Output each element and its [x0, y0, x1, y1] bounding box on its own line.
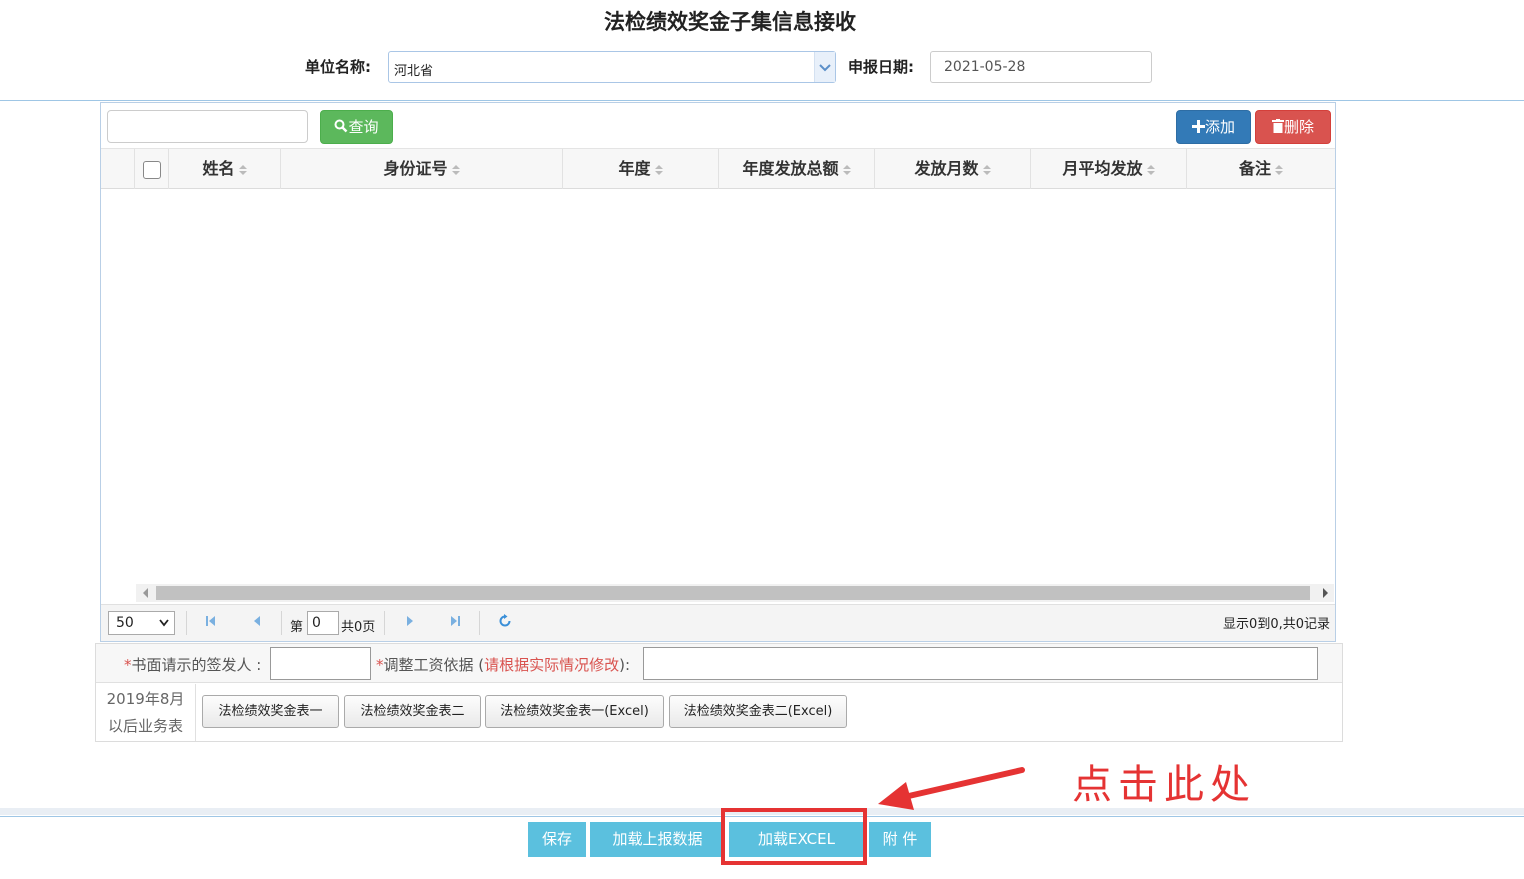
first-page-icon[interactable] [204, 614, 218, 628]
sort-icon [1275, 164, 1283, 175]
page-title: 法检绩效奖金子集信息接收 [604, 10, 856, 34]
signer-input[interactable] [270, 647, 371, 680]
unit-select-arrow[interactable] [814, 52, 835, 82]
page-number-input[interactable]: 0 [307, 611, 339, 635]
sort-icon [451, 164, 460, 175]
signer-label: *书面请示的签发人 : [124, 656, 262, 674]
scrollbar-thumb[interactable] [156, 586, 1310, 600]
date-label: 申报日期: [848, 58, 914, 76]
pager-separator [479, 611, 480, 635]
sort-icon [1146, 164, 1155, 175]
scroll-left-icon[interactable] [141, 587, 151, 599]
column-header-name[interactable]: 姓名 [168, 149, 280, 189]
next-page-icon[interactable] [403, 614, 417, 628]
table-one-excel-button[interactable]: 法检绩效奖金表一(Excel) [485, 695, 664, 728]
previous-page-icon[interactable] [250, 614, 264, 628]
header-divider [0, 100, 1524, 101]
table-one-button[interactable]: 法检绩效奖金表一 [202, 695, 339, 728]
page-size-select[interactable]: 50 [108, 611, 175, 635]
page-prefix: 第 [290, 620, 304, 635]
query-button[interactable]: 查询 [320, 110, 393, 144]
page-size-value: 50 [116, 615, 134, 631]
sort-icon [842, 164, 851, 175]
search-icon [334, 119, 348, 133]
basis-hint: 请根据实际情况修改 [484, 656, 620, 674]
delete-button[interactable]: 删除 [1255, 110, 1331, 144]
column-header-annual-total[interactable]: 年度发放总额 [718, 149, 874, 189]
add-button[interactable]: 添加 [1176, 110, 1251, 144]
pager-separator [281, 611, 282, 635]
column-header-remarks[interactable]: 备注 [1186, 149, 1335, 189]
add-button-label: 添加 [1204, 118, 1235, 136]
sort-icon [238, 164, 247, 175]
column-header-months[interactable]: 发放月数 [874, 149, 1030, 189]
search-input[interactable] [107, 110, 308, 143]
unit-select-value: 河北省 [394, 64, 434, 79]
trash-icon [1271, 119, 1284, 133]
query-button-label: 查询 [348, 118, 379, 136]
delete-button-label: 删除 [1283, 118, 1314, 136]
column-header-id-number[interactable]: 身份证号 [280, 149, 562, 189]
refresh-icon[interactable] [497, 613, 513, 629]
last-page-icon[interactable] [448, 614, 462, 628]
load-report-data-button[interactable]: 加载上报数据 [590, 822, 725, 857]
save-button[interactable]: 保存 [528, 822, 586, 857]
pager-separator [384, 611, 385, 635]
business-table-label: 2019年8月 以后业务表 [96, 684, 196, 741]
pager-separator [186, 611, 187, 635]
unit-select[interactable]: 河北省 [388, 51, 836, 83]
attachment-button[interactable]: 附 件 [869, 822, 931, 857]
report-date-input[interactable]: 2021-05-28 [930, 51, 1152, 83]
chevron-down-icon [819, 64, 831, 72]
highlight-box [721, 808, 867, 865]
select-all-checkbox[interactable] [143, 161, 161, 179]
table-two-excel-button[interactable]: 法检绩效奖金表二(Excel) [669, 695, 847, 728]
annotation-arrow-icon [878, 767, 1025, 810]
table-two-button[interactable]: 法检绩效奖金表二 [344, 695, 481, 728]
column-header-year[interactable]: 年度 [562, 149, 718, 189]
column-header-monthly-average[interactable]: 月平均发放 [1030, 149, 1186, 189]
scroll-right-icon[interactable] [1320, 587, 1330, 599]
unit-label: 单位名称: [305, 58, 371, 76]
basis-label: *调整工资依据 (请根据实际情况修改): [376, 656, 631, 674]
sort-icon [654, 164, 663, 175]
table-header: 姓名 身份证号 年度 年度发放总额 发放月数 月平均发放 备注 [101, 148, 1335, 189]
plus-icon [1191, 120, 1205, 133]
page-total: 共0页 [341, 620, 376, 635]
select-all-cell [134, 149, 168, 189]
annotation-text: 点击此处 [1072, 762, 1256, 808]
chevron-down-icon [159, 619, 169, 627]
basis-input[interactable] [643, 647, 1318, 680]
record-info: 显示0到0,共0记录 [1223, 617, 1330, 632]
sort-icon [982, 164, 991, 175]
